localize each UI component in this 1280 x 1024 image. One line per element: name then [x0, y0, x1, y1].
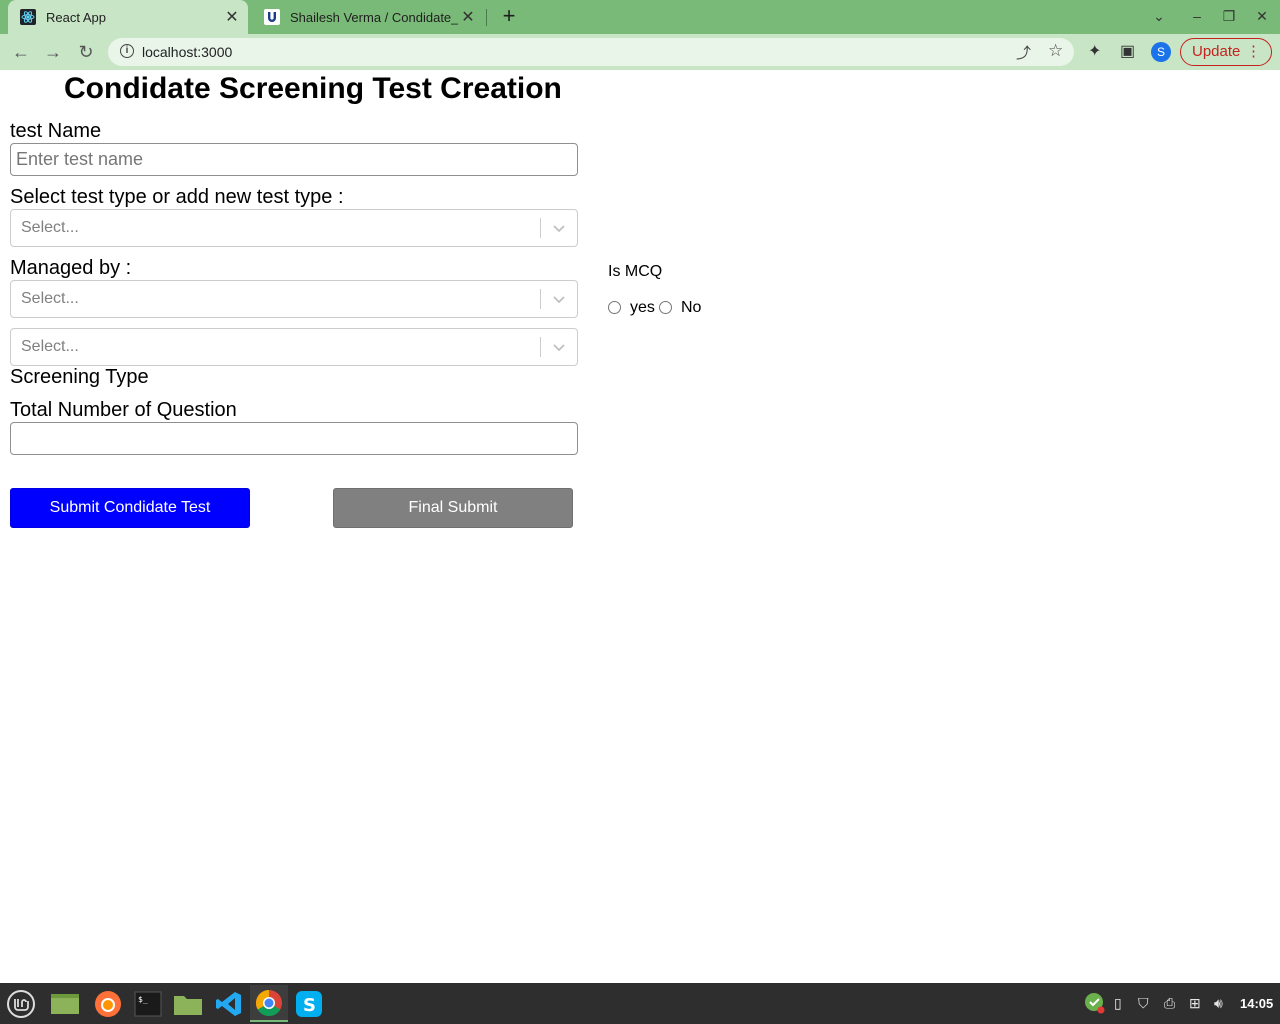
share-icon[interactable]: ⤴ [1016, 42, 1031, 63]
file-manager-icon[interactable] [46, 985, 84, 1022]
chevron-down-icon [553, 344, 565, 352]
tab-search-icon[interactable]: ⌄ [1148, 5, 1170, 29]
tab-title: React App [46, 9, 106, 25]
mcq-yes-label[interactable]: yes [630, 299, 655, 317]
folder-icon[interactable] [169, 985, 207, 1022]
submit-test-button[interactable]: Submit Condidate Test [10, 488, 250, 528]
svg-text:$_: $_ [138, 995, 148, 1004]
close-tab-icon[interactable]: ✕ [222, 7, 242, 27]
page-title: Condidate Screening Test Creation [64, 72, 562, 105]
clock: 14:05 [1240, 996, 1274, 1011]
network-icon[interactable]: ⊞ [1189, 995, 1201, 1012]
update-label: Update [1192, 43, 1241, 60]
terminal-icon[interactable]: $_ [129, 985, 167, 1022]
site-info-icon[interactable]: i [120, 44, 134, 58]
update-button[interactable]: Update ⋮ [1180, 38, 1272, 66]
select-separator [540, 337, 541, 357]
close-tab-icon[interactable]: ✕ [458, 7, 478, 27]
bookmark-star-icon[interactable]: ☆ [1048, 41, 1063, 61]
screening-type-select[interactable]: Select... [10, 328, 578, 366]
clipboard-icon[interactable]: ▯ [1114, 995, 1122, 1012]
back-icon[interactable]: ← [10, 41, 32, 63]
printer-icon[interactable]: ⎙ [1164, 995, 1175, 1012]
test-name-label: test Name [10, 120, 102, 142]
new-tab-button[interactable]: + [498, 5, 520, 29]
forward-icon[interactable]: → [42, 41, 64, 63]
vscode-icon[interactable] [210, 985, 248, 1022]
tab-title: Shailesh Verma / Condidate_s [290, 9, 458, 25]
tab-react-app[interactable]: React App ✕ [8, 0, 248, 34]
volume-icon[interactable]: 🔊︎ [1214, 995, 1223, 1012]
total-questions-label: Total Number of Question [10, 399, 237, 421]
url-text: localhost:3000 [142, 44, 233, 60]
select-separator [540, 218, 541, 238]
test-type-select[interactable]: Select... [10, 209, 578, 247]
skype-icon[interactable]: S [290, 985, 328, 1022]
restore-icon[interactable]: ❐ [1218, 5, 1240, 29]
managed-by-select[interactable]: Select... [10, 280, 578, 318]
update-manager-icon[interactable] [1084, 991, 1106, 1018]
mcq-no-label[interactable]: No [681, 299, 701, 317]
shield-icon[interactable]: ⛉ [1138, 995, 1149, 1012]
mcq-no-radio[interactable] [659, 301, 672, 314]
final-submit-button[interactable]: Final Submit [333, 488, 573, 528]
chevron-down-icon [553, 296, 565, 304]
select-placeholder: Select... [21, 219, 79, 236]
browser-toolbar: ← → ↻ i localhost:3000 ⤴ ☆ ✦ ▣ S Update … [0, 34, 1280, 70]
firefox-icon[interactable] [89, 985, 127, 1022]
page-content: Condidate Screening Test Creation test N… [0, 70, 1280, 983]
test-name-input[interactable] [10, 143, 578, 176]
os-taskbar: $_ S ▯ ⛉ ⎙ ⊞ 🔊︎ 14:05 [0, 983, 1280, 1024]
extensions-icon[interactable]: ✦ [1088, 41, 1101, 61]
svg-text:S: S [303, 995, 316, 1016]
profile-avatar[interactable]: S [1151, 42, 1171, 62]
test-type-label: Select test type or add new test type : [10, 186, 344, 208]
reload-icon[interactable]: ↻ [75, 41, 97, 63]
browser-tabbar: React App ✕ Shailesh Verma / Condidate_s… [0, 0, 1280, 34]
react-icon [20, 9, 36, 25]
address-bar[interactable]: i localhost:3000 ⤴ ☆ [108, 38, 1074, 66]
screening-type-label: Screening Type [10, 366, 149, 388]
tab-github[interactable]: Shailesh Verma / Condidate_s ✕ [252, 0, 484, 34]
side-panel-icon[interactable]: ▣ [1120, 41, 1135, 61]
total-questions-input[interactable] [10, 422, 578, 455]
managed-by-label: Managed by : [10, 257, 132, 279]
select-separator [540, 289, 541, 309]
tab-separator [486, 9, 487, 26]
is-mcq-label: Is MCQ [608, 263, 663, 280]
minimize-icon[interactable]: – [1186, 5, 1208, 29]
select-placeholder: Select... [21, 290, 79, 307]
github-u-icon [264, 9, 280, 25]
chevron-down-icon [553, 225, 565, 233]
mint-menu-icon[interactable] [2, 985, 40, 1022]
select-placeholder: Select... [21, 338, 79, 355]
chrome-icon[interactable] [250, 985, 288, 1022]
menu-dots-icon: ⋮ [1246, 43, 1261, 60]
mcq-yes-radio[interactable] [608, 301, 621, 314]
close-window-icon[interactable]: ✕ [1251, 5, 1273, 29]
